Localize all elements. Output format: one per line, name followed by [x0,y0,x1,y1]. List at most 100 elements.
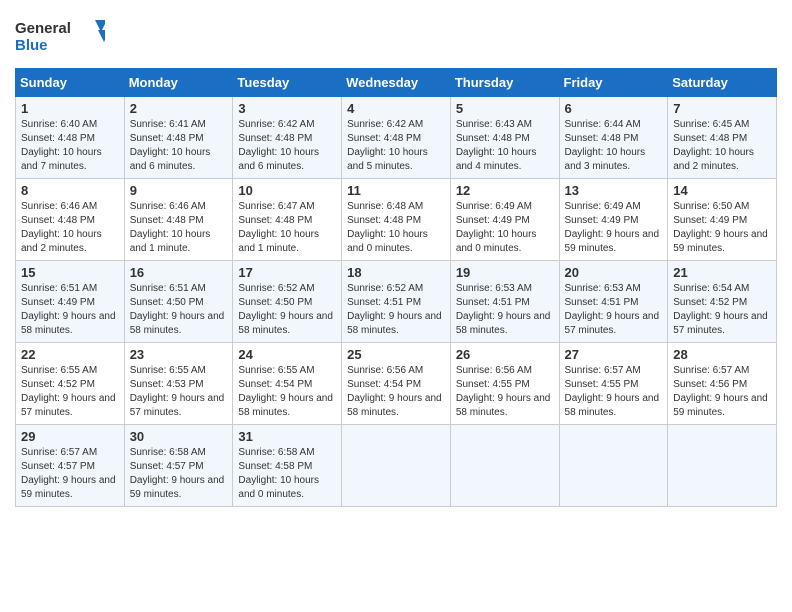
day-info: Sunrise: 6:49 AMSunset: 4:49 PMDaylight:… [456,200,554,256]
svg-text:Blue: Blue [15,37,48,54]
day-info: Sunrise: 6:50 AMSunset: 4:49 PMDaylight:… [673,200,771,256]
header-day: Saturday [668,69,777,97]
svg-text:General: General [15,20,71,37]
calendar-cell: 17Sunrise: 6:52 AMSunset: 4:50 PMDayligh… [233,261,342,343]
day-info: Sunrise: 6:45 AMSunset: 4:48 PMDaylight:… [673,118,771,174]
day-info: Sunrise: 6:53 AMSunset: 4:51 PMDaylight:… [456,282,554,338]
day-number: 3 [238,101,336,116]
header-day: Wednesday [342,69,451,97]
calendar-week-row: 8 Sunrise: 6:46 AMSunset: 4:48 PMDaylight… [16,179,777,261]
calendar-cell: 7 Sunrise: 6:45 AMSunset: 4:48 PMDaylight… [668,97,777,179]
calendar-cell [668,425,777,507]
day-number: 1 [21,101,119,116]
header-day: Monday [124,69,233,97]
day-number: 18 [347,265,445,280]
day-number: 7 [673,101,771,116]
day-number: 20 [565,265,663,280]
calendar-cell: 9 Sunrise: 6:46 AMSunset: 4:48 PMDaylight… [124,179,233,261]
day-info: Sunrise: 6:55 AMSunset: 4:52 PMDaylight:… [21,364,119,420]
day-number: 8 [21,183,119,198]
day-number: 24 [238,347,336,362]
day-info: Sunrise: 6:53 AMSunset: 4:51 PMDaylight:… [565,282,663,338]
day-number: 5 [456,101,554,116]
calendar-cell [342,425,451,507]
day-number: 25 [347,347,445,362]
day-info: Sunrise: 6:42 AMSunset: 4:48 PMDaylight:… [238,118,336,174]
calendar-cell: 19 Sunrise: 6:53 AMSunset: 4:51 PMDayligh… [450,261,559,343]
day-number: 15 [21,265,119,280]
day-info: Sunrise: 6:48 AMSunset: 4:48 PMDaylight:… [347,200,445,256]
day-number: 6 [565,101,663,116]
calendar-cell: 30 Sunrise: 6:58 AMSunset: 4:57 PMDayligh… [124,425,233,507]
calendar-cell: 11 Sunrise: 6:48 AMSunset: 4:48 PMDayligh… [342,179,451,261]
calendar-cell: 22Sunrise: 6:55 AMSunset: 4:52 PMDayligh… [16,343,125,425]
day-number: 11 [347,183,445,198]
calendar-cell: 16 Sunrise: 6:51 AMSunset: 4:50 PMDayligh… [124,261,233,343]
logo: General Blue [15,15,105,60]
calendar-cell: 1Sunrise: 6:40 AMSunset: 4:48 PMDaylight… [16,97,125,179]
day-number: 26 [456,347,554,362]
day-info: Sunrise: 6:46 AMSunset: 4:48 PMDaylight:… [130,200,228,256]
day-number: 19 [456,265,554,280]
day-number: 29 [21,429,119,444]
calendar-cell: 28 Sunrise: 6:57 AMSunset: 4:56 PMDayligh… [668,343,777,425]
calendar-cell: 31Sunrise: 6:58 AMSunset: 4:58 PMDayligh… [233,425,342,507]
calendar-cell: 5 Sunrise: 6:43 AMSunset: 4:48 PMDaylight… [450,97,559,179]
day-info: Sunrise: 6:44 AMSunset: 4:48 PMDaylight:… [565,118,663,174]
header-row: SundayMondayTuesdayWednesdayThursdayFrid… [16,69,777,97]
calendar-cell [450,425,559,507]
day-number: 28 [673,347,771,362]
day-info: Sunrise: 6:46 AMSunset: 4:48 PMDaylight:… [21,200,119,256]
day-info: Sunrise: 6:47 AMSunset: 4:48 PMDaylight:… [238,200,336,256]
day-info: Sunrise: 6:41 AMSunset: 4:48 PMDaylight:… [130,118,228,174]
day-number: 9 [130,183,228,198]
day-number: 31 [238,429,336,444]
calendar-cell: 2Sunrise: 6:41 AMSunset: 4:48 PMDaylight… [124,97,233,179]
calendar-cell: 14Sunrise: 6:50 AMSunset: 4:49 PMDayligh… [668,179,777,261]
day-info: Sunrise: 6:57 AMSunset: 4:55 PMDaylight:… [565,364,663,420]
calendar-cell: 20 Sunrise: 6:53 AMSunset: 4:51 PMDayligh… [559,261,668,343]
calendar-cell: 24 Sunrise: 6:55 AMSunset: 4:54 PMDayligh… [233,343,342,425]
day-info: Sunrise: 6:55 AMSunset: 4:54 PMDaylight:… [238,364,336,420]
calendar-cell: 8 Sunrise: 6:46 AMSunset: 4:48 PMDaylight… [16,179,125,261]
calendar-cell: 4Sunrise: 6:42 AMSunset: 4:48 PMDaylight… [342,97,451,179]
calendar-cell: 15 Sunrise: 6:51 AMSunset: 4:49 PMDayligh… [16,261,125,343]
calendar-week-row: 1Sunrise: 6:40 AMSunset: 4:48 PMDaylight… [16,97,777,179]
day-info: Sunrise: 6:43 AMSunset: 4:48 PMDaylight:… [456,118,554,174]
calendar-cell: 26 Sunrise: 6:56 AMSunset: 4:55 PMDayligh… [450,343,559,425]
day-number: 12 [456,183,554,198]
day-number: 10 [238,183,336,198]
calendar-cell: 23Sunrise: 6:55 AMSunset: 4:53 PMDayligh… [124,343,233,425]
calendar-cell: 21 Sunrise: 6:54 AMSunset: 4:52 PMDayligh… [668,261,777,343]
day-info: Sunrise: 6:51 AMSunset: 4:49 PMDaylight:… [21,282,119,338]
calendar-table: SundayMondayTuesdayWednesdayThursdayFrid… [15,68,777,507]
day-number: 13 [565,183,663,198]
day-number: 27 [565,347,663,362]
day-number: 16 [130,265,228,280]
day-number: 23 [130,347,228,362]
calendar-week-row: 22Sunrise: 6:55 AMSunset: 4:52 PMDayligh… [16,343,777,425]
day-number: 21 [673,265,771,280]
day-number: 30 [130,429,228,444]
day-info: Sunrise: 6:58 AMSunset: 4:57 PMDaylight:… [130,446,228,502]
day-info: Sunrise: 6:51 AMSunset: 4:50 PMDaylight:… [130,282,228,338]
day-info: Sunrise: 6:49 AMSunset: 4:49 PMDaylight:… [565,200,663,256]
header-day: Thursday [450,69,559,97]
calendar-cell: 12 Sunrise: 6:49 AMSunset: 4:49 PMDayligh… [450,179,559,261]
calendar-week-row: 15 Sunrise: 6:51 AMSunset: 4:49 PMDayligh… [16,261,777,343]
calendar-cell [559,425,668,507]
day-info: Sunrise: 6:42 AMSunset: 4:48 PMDaylight:… [347,118,445,174]
logo-svg: General Blue [15,15,105,60]
calendar-cell: 6 Sunrise: 6:44 AMSunset: 4:48 PMDaylight… [559,97,668,179]
day-info: Sunrise: 6:54 AMSunset: 4:52 PMDaylight:… [673,282,771,338]
calendar-week-row: 29 Sunrise: 6:57 AMSunset: 4:57 PMDayligh… [16,425,777,507]
calendar-cell: 13 Sunrise: 6:49 AMSunset: 4:49 PMDayligh… [559,179,668,261]
day-info: Sunrise: 6:56 AMSunset: 4:55 PMDaylight:… [456,364,554,420]
page-header: General Blue [15,15,777,60]
calendar-cell: 27 Sunrise: 6:57 AMSunset: 4:55 PMDayligh… [559,343,668,425]
day-info: Sunrise: 6:56 AMSunset: 4:54 PMDaylight:… [347,364,445,420]
day-info: Sunrise: 6:57 AMSunset: 4:57 PMDaylight:… [21,446,119,502]
day-info: Sunrise: 6:52 AMSunset: 4:51 PMDaylight:… [347,282,445,338]
day-info: Sunrise: 6:57 AMSunset: 4:56 PMDaylight:… [673,364,771,420]
day-number: 17 [238,265,336,280]
